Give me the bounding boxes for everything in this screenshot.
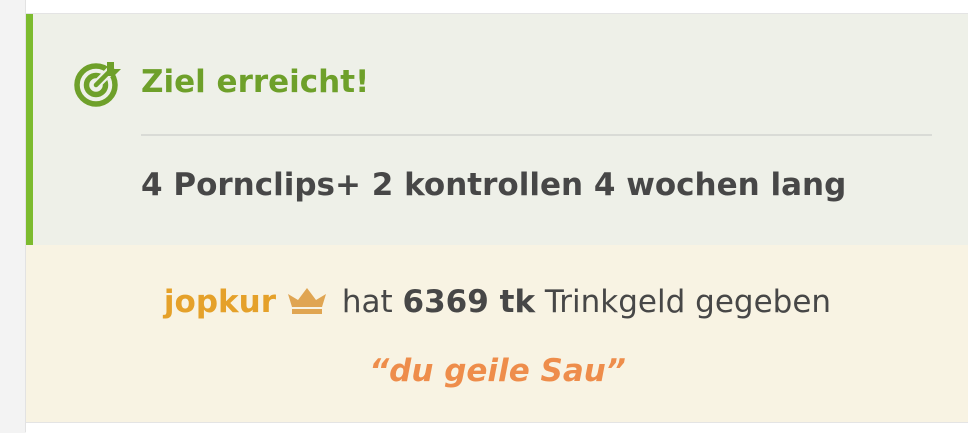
goal-divider <box>141 134 932 136</box>
goal-reached-card: Ziel erreicht! 4 Pornclips+ 2 kontrollen… <box>26 14 968 245</box>
tip-amount: 6369 tk <box>402 284 536 320</box>
tip-line: jopkur hat 6369 tk Trinkgeld gegeben <box>26 280 968 324</box>
tip-username[interactable]: jopkur <box>164 284 276 320</box>
tip-action: Trinkgeld gegeben <box>544 284 832 320</box>
goal-title: Ziel erreicht! <box>141 64 370 100</box>
chat-panel: Ziel erreicht! 4 Pornclips+ 2 kontrollen… <box>25 0 968 433</box>
tip-notification: jopkur hat 6369 tk Trinkgeld gegeben “du… <box>26 245 968 422</box>
target-arrow-icon <box>74 62 121 107</box>
next-message-edge <box>26 422 968 433</box>
crown-icon <box>288 288 327 314</box>
tip-message: “du geile Sau” <box>369 353 626 389</box>
tip-verb: hat <box>341 284 393 320</box>
goal-description: 4 Pornclips+ 2 kontrollen 4 wochen lang <box>141 167 847 203</box>
previous-message-edge <box>26 0 968 14</box>
